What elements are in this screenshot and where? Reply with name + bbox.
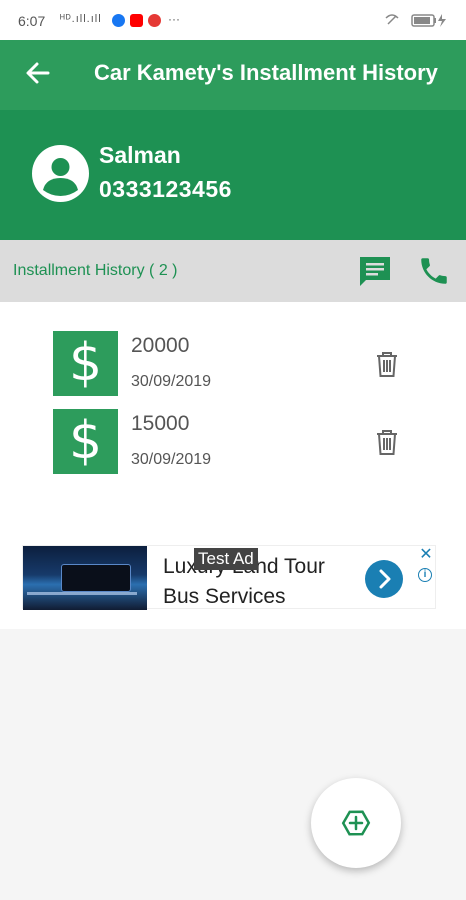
ad-text: Luxury Land Tour Bus Services: [163, 552, 363, 612]
installment-list: $ 20000 30/09/2019 $ 15000 30/09/2019 To…: [0, 302, 466, 629]
youtube-icon: [130, 14, 143, 27]
dollar-icon: $: [53, 331, 118, 396]
list-item[interactable]: $ 15000 30/09/2019: [0, 409, 466, 479]
app-notification-icon: [148, 14, 161, 27]
back-arrow-icon[interactable]: [24, 58, 52, 88]
app-bar: Car Kamety's Installment History: [0, 40, 466, 110]
avatar-icon: [32, 145, 89, 202]
customer-name: Salman: [99, 142, 181, 168]
installment-amount: 20000: [131, 334, 190, 357]
customer-header: Salman 0333123456: [0, 110, 466, 240]
more-notifications-icon: ···: [168, 12, 180, 26]
message-icon[interactable]: [357, 254, 393, 288]
installment-date: 30/09/2019: [131, 373, 212, 390]
test-ad-badge: Test Ad: [194, 548, 258, 570]
installment-history-label: Installment History ( 2 ): [13, 262, 178, 279]
customer-phone: 0333123456: [99, 176, 232, 202]
add-plus-icon: [341, 810, 371, 836]
status-time: 6:07: [18, 13, 46, 29]
add-installment-button[interactable]: [311, 778, 401, 868]
delete-trash-icon[interactable]: [374, 349, 400, 379]
status-bar: 6:07 ᴴᴰ.ıll.ıll ···: [0, 0, 466, 40]
battery-icon: [382, 12, 452, 31]
page-title: Car Kamety's Installment History: [94, 60, 438, 85]
facebook-icon: [112, 14, 125, 27]
list-item[interactable]: $ 20000 30/09/2019: [0, 331, 466, 401]
signal-icon: ᴴᴰ.ıll.ıll: [60, 13, 102, 25]
installment-date: 30/09/2019: [131, 451, 212, 468]
dollar-icon: $: [53, 409, 118, 474]
installment-amount: 15000: [131, 412, 190, 435]
ad-go-button[interactable]: [365, 560, 403, 598]
ad-banner[interactable]: Luxury Land Tour Bus Services Test Ad ✕ …: [22, 545, 436, 612]
ad-image: [23, 546, 147, 610]
delete-trash-icon[interactable]: [374, 427, 400, 457]
phone-call-icon[interactable]: [417, 254, 451, 288]
ad-line-2: Bus Services: [163, 585, 286, 608]
history-bar: Installment History ( 2 ): [0, 240, 466, 302]
ad-info-icon[interactable]: i: [418, 568, 432, 582]
ad-close-icon[interactable]: ✕: [417, 546, 435, 564]
